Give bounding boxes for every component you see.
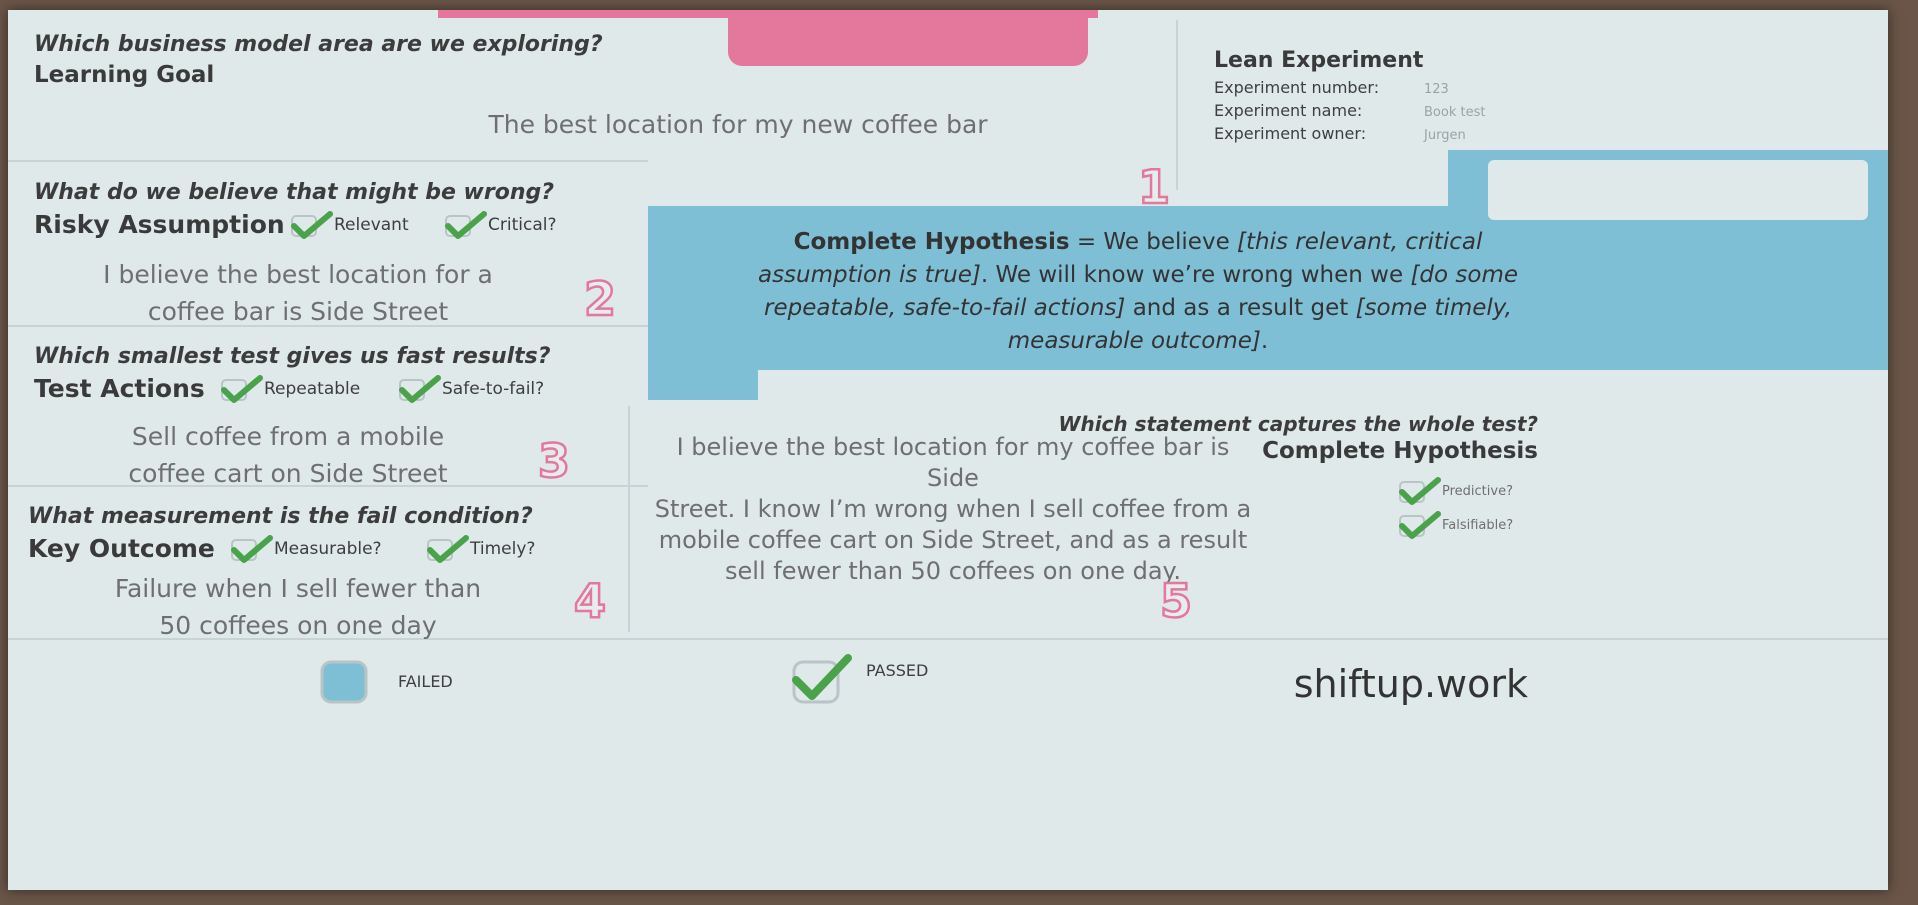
checkbox-icon bbox=[320, 660, 368, 704]
pink-block-top bbox=[728, 10, 1088, 66]
divider bbox=[1176, 20, 1178, 190]
checkmark-icon bbox=[1399, 477, 1441, 505]
s4-body-line: Failure when I sell fewer than bbox=[114, 574, 482, 603]
checkmark-icon bbox=[427, 535, 469, 563]
experiment-number-value[interactable]: 123 bbox=[1424, 78, 1485, 101]
s2-body-line: coffee bar is Side Street bbox=[147, 297, 449, 326]
s3-number: 3 bbox=[537, 433, 572, 490]
s2-body-line: I believe the best location for a bbox=[103, 260, 493, 289]
s5-check-falsifiable[interactable]: Falsifiable? bbox=[1396, 508, 1513, 542]
s2-heading: Risky Assumption bbox=[34, 210, 285, 239]
s3-body-line: coffee cart on Side Street bbox=[128, 459, 448, 488]
result-failed[interactable]: FAILED bbox=[318, 656, 453, 706]
s3-check2-label: Safe-to-fail? bbox=[442, 379, 545, 399]
s2-check2-label: Critical? bbox=[488, 215, 557, 235]
checkmark-icon bbox=[291, 211, 333, 239]
checkmark-icon bbox=[1399, 511, 1441, 539]
s5-body-line: Street. I know I’m wrong when I sell cof… bbox=[654, 495, 1252, 523]
formula-text: . We will know we’re wrong when we bbox=[980, 262, 1411, 288]
s3-body[interactable]: Sell coffee from a mobile coffee cart on… bbox=[68, 418, 508, 492]
experiment-name-label: Experiment name: bbox=[1214, 101, 1363, 120]
divider bbox=[628, 406, 630, 632]
s4-question: What measurement is the fail condition? bbox=[28, 504, 533, 529]
result-passed[interactable]: PASSED bbox=[788, 650, 928, 706]
card-title: Lean Experiment bbox=[1214, 48, 1424, 73]
formula-text: and as a result get bbox=[1125, 295, 1356, 321]
formula-text: = We believe bbox=[1069, 229, 1238, 255]
s3-body-line: Sell coffee from a mobile bbox=[131, 422, 445, 451]
experiment-labels: Experiment number: Experiment name: Expe… bbox=[1214, 76, 1379, 145]
s5-body-line: I believe the best location for my coffe… bbox=[676, 433, 1230, 492]
formula-text: . bbox=[1260, 328, 1269, 354]
divider bbox=[8, 160, 648, 162]
experiment-owner-label: Experiment owner: bbox=[1214, 124, 1367, 143]
s2-number: 2 bbox=[583, 271, 618, 328]
s4-body[interactable]: Failure when I sell fewer than 50 coffee… bbox=[68, 570, 528, 644]
s4-number: 4 bbox=[573, 573, 608, 630]
s3-question: Which smallest test gives us fast result… bbox=[34, 344, 551, 369]
s3-check-repeatable[interactable]: Repeatable bbox=[218, 372, 360, 406]
s3-check-safe[interactable]: Safe-to-fail? bbox=[396, 372, 544, 406]
checkmark-icon bbox=[445, 211, 487, 239]
s2-body[interactable]: I believe the best location for a coffee… bbox=[48, 256, 548, 330]
s2-question: What do we believe that might be wrong? bbox=[34, 180, 555, 205]
experiment-number-label: Experiment number: bbox=[1214, 78, 1380, 97]
experiment-name-value[interactable]: Book test bbox=[1424, 101, 1485, 124]
s3-heading: Test Actions bbox=[34, 374, 205, 403]
s5-heading: Complete Hypothesis bbox=[1262, 438, 1538, 464]
experiment-owner-value[interactable]: Jurgen bbox=[1424, 124, 1485, 147]
s1-number: 1 bbox=[1137, 159, 1172, 216]
s5-body-line: mobile coffee cart on Side Street, and a… bbox=[658, 526, 1248, 554]
canvas-slide: Which business model area are we explori… bbox=[8, 10, 1888, 890]
s4-check-timely[interactable]: Timely? bbox=[424, 532, 535, 566]
s5-check2-label: Falsifiable? bbox=[1442, 517, 1514, 533]
checkmark-icon bbox=[792, 654, 852, 704]
blue-notch bbox=[1488, 160, 1868, 220]
s1-question: Which business model area are we explori… bbox=[34, 32, 603, 57]
checkmark-icon bbox=[399, 375, 441, 403]
s1-body[interactable]: The best location for my new coffee bar bbox=[408, 106, 1068, 143]
s4-check-measurable[interactable]: Measurable? bbox=[228, 532, 382, 566]
s5-check1-label: Predictive? bbox=[1442, 483, 1513, 499]
s5-check-predictive[interactable]: Predictive? bbox=[1396, 474, 1513, 508]
experiment-values: 123 Book test Jurgen bbox=[1424, 78, 1485, 147]
formula-bold: Complete Hypothesis bbox=[793, 229, 1070, 255]
s4-check2-label: Timely? bbox=[470, 539, 536, 559]
checkmark-icon bbox=[231, 535, 273, 563]
s2-check-critical[interactable]: Critical? bbox=[442, 208, 556, 242]
s4-check1-label: Measurable? bbox=[274, 539, 382, 559]
s4-heading: Key Outcome bbox=[28, 534, 215, 563]
s3-check1-label: Repeatable bbox=[264, 379, 361, 399]
brand-logo: shiftup.work bbox=[1293, 662, 1528, 706]
s1-heading: Learning Goal bbox=[34, 62, 215, 88]
s4-body-line: 50 coffees on one day bbox=[159, 611, 437, 640]
failed-label: FAILED bbox=[398, 671, 453, 691]
s5-number: 5 bbox=[1159, 573, 1194, 630]
s5-body[interactable]: I believe the best location for my coffe… bbox=[648, 432, 1258, 587]
s2-check1-label: Relevant bbox=[334, 215, 409, 235]
blue-block-lower bbox=[648, 350, 758, 400]
hypothesis-formula: Complete Hypothesis = We believe [this r… bbox=[748, 226, 1528, 358]
s2-check-relevant[interactable]: Relevant bbox=[288, 208, 409, 242]
checkmark-icon bbox=[221, 375, 263, 403]
passed-label: PASSED bbox=[866, 660, 929, 680]
